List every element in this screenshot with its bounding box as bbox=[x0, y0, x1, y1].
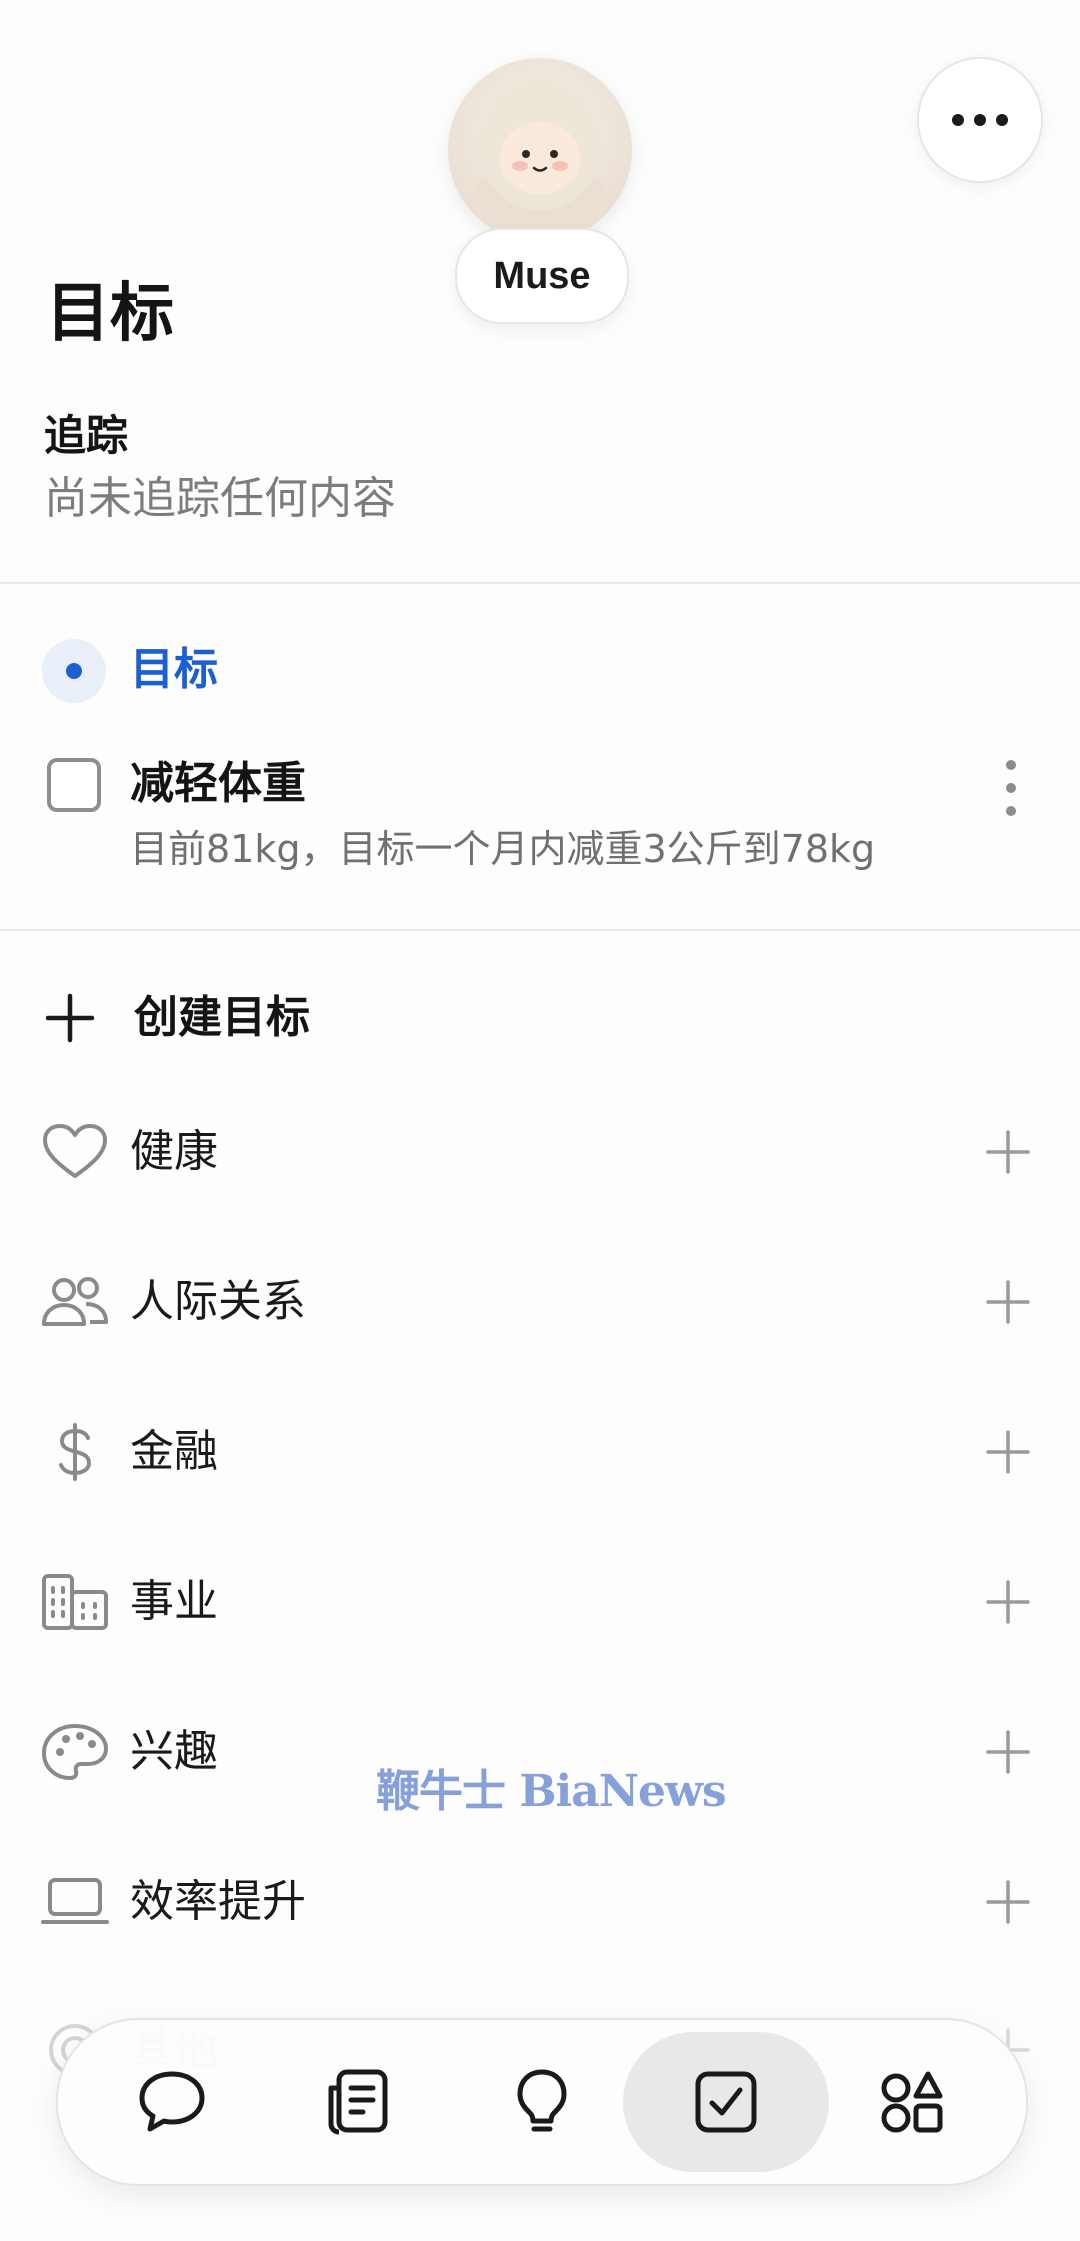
journal-icon bbox=[328, 2069, 388, 2135]
category-row-career[interactable]: 事业 bbox=[0, 1552, 1080, 1652]
people-icon bbox=[42, 1277, 108, 1326]
dollar-icon bbox=[59, 1423, 92, 1481]
category-row-productivity[interactable]: 效率提升 bbox=[0, 1852, 1080, 1952]
more-dot bbox=[974, 114, 986, 126]
goal-checkbox[interactable] bbox=[47, 758, 101, 812]
tracking-title: 追踪 bbox=[44, 411, 129, 460]
category-label: 事业 bbox=[130, 1576, 218, 1627]
shapes-icon bbox=[881, 2071, 943, 2133]
more-options-button[interactable] bbox=[917, 57, 1043, 183]
watermark: 鞭牛士 BiaNews bbox=[376, 1766, 727, 1817]
chat-icon bbox=[139, 2071, 205, 2132]
add-icon[interactable] bbox=[986, 1430, 1030, 1474]
heart-icon bbox=[43, 1124, 107, 1178]
nav-ideas[interactable] bbox=[472, 2032, 612, 2172]
more-dot bbox=[996, 114, 1008, 126]
nav-journal[interactable] bbox=[287, 2032, 427, 2172]
goal-more-vertical-icon[interactable] bbox=[996, 760, 1026, 816]
page-title: 目标 bbox=[46, 277, 174, 351]
checkbox-icon bbox=[695, 2071, 757, 2133]
assistant-name: Muse bbox=[493, 254, 591, 297]
add-icon[interactable] bbox=[986, 1730, 1030, 1774]
add-icon[interactable] bbox=[986, 1880, 1030, 1924]
laptop-icon bbox=[41, 1878, 109, 1924]
nav-chat[interactable] bbox=[102, 2032, 242, 2172]
category-row-health[interactable]: 健康 bbox=[0, 1102, 1080, 1202]
avatar-character-illustration bbox=[470, 78, 610, 242]
create-goal-label: 创建目标 bbox=[134, 992, 310, 1043]
assistant-name-badge[interactable]: Muse bbox=[455, 228, 629, 324]
divider bbox=[0, 582, 1080, 584]
goal-description: 目前81kg，目标一个月内减重3公斤到78kg bbox=[130, 827, 876, 871]
buildings-icon bbox=[42, 1574, 108, 1630]
lightbulb-icon bbox=[517, 2069, 567, 2132]
goal-title[interactable]: 减轻体重 bbox=[130, 754, 306, 814]
category-label: 健康 bbox=[130, 1126, 218, 1177]
goal-section-dot-icon bbox=[42, 639, 106, 703]
nav-more-apps[interactable] bbox=[842, 2032, 982, 2172]
add-icon[interactable] bbox=[986, 1130, 1030, 1174]
divider bbox=[0, 929, 1080, 931]
category-label: 金融 bbox=[130, 1426, 218, 1477]
goal-section-label: 目标 bbox=[130, 644, 218, 695]
assistant-avatar[interactable] bbox=[448, 58, 632, 242]
category-label: 兴趣 bbox=[130, 1726, 218, 1777]
add-icon[interactable] bbox=[986, 1280, 1030, 1324]
category-label: 效率提升 bbox=[130, 1876, 306, 1927]
category-label: 人际关系 bbox=[130, 1276, 306, 1327]
create-goal-button[interactable]: 创建目标 bbox=[44, 988, 310, 1048]
bottom-navigation-bar bbox=[56, 2018, 1028, 2186]
tracking-empty-text: 尚未追踪任何内容 bbox=[44, 473, 396, 524]
more-horizontal-icon bbox=[952, 114, 964, 126]
category-row-relationships[interactable]: 人际关系 bbox=[0, 1252, 1080, 1352]
category-row-finance[interactable]: 金融 bbox=[0, 1402, 1080, 1502]
palette-icon bbox=[42, 1724, 108, 1780]
nav-goals[interactable] bbox=[623, 2032, 829, 2172]
plus-icon bbox=[45, 993, 95, 1043]
add-icon[interactable] bbox=[986, 1580, 1030, 1624]
